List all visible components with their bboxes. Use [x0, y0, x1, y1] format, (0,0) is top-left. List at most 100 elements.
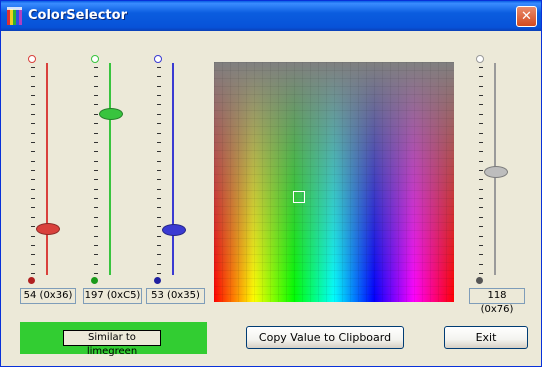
slider-tick — [157, 189, 161, 190]
color-palette[interactable] — [214, 62, 454, 302]
slider-tick — [94, 226, 98, 227]
slider-tick — [94, 104, 98, 105]
slider-tick — [31, 161, 35, 162]
slider-tick — [479, 273, 483, 274]
slider-tick — [94, 273, 98, 274]
slider-tick — [157, 273, 161, 274]
gray-min-dot-icon — [476, 277, 483, 284]
gray-slider[interactable] — [469, 55, 509, 295]
slider-tick — [479, 114, 483, 115]
slider-tick — [479, 123, 483, 124]
slider-tick — [31, 254, 35, 255]
slider-tick — [94, 76, 98, 77]
green-slider-ticks — [94, 67, 98, 274]
slider-tick — [157, 142, 161, 143]
red-slider-thumb[interactable] — [36, 223, 60, 235]
slider-tick — [479, 198, 483, 199]
title-bar[interactable]: ColorSelector ✕ — [1, 1, 541, 31]
slider-tick — [157, 161, 161, 162]
slider-tick — [31, 67, 35, 68]
slider-tick — [479, 161, 483, 162]
slider-tick — [479, 236, 483, 237]
copy-to-clipboard-button[interactable]: Copy Value to Clipboard — [246, 326, 404, 349]
gray-slider-ticks — [479, 67, 483, 274]
slider-tick — [157, 67, 161, 68]
green-slider-track — [109, 63, 111, 275]
green-slider-thumb[interactable] — [99, 108, 123, 120]
green-min-dot-icon — [91, 277, 98, 284]
red-max-dot-icon — [28, 55, 36, 63]
gray-slider-thumb[interactable] — [484, 166, 508, 178]
slider-tick — [479, 95, 483, 96]
slider-tick — [479, 67, 483, 68]
slider-tick — [157, 254, 161, 255]
slider-tick — [94, 245, 98, 246]
slider-tick — [31, 170, 35, 171]
slider-tick — [94, 264, 98, 265]
slider-tick — [94, 151, 98, 152]
slider-tick — [31, 104, 35, 105]
slider-tick — [479, 142, 483, 143]
slider-tick — [94, 114, 98, 115]
slider-tick — [479, 76, 483, 77]
slider-tick — [157, 217, 161, 218]
slider-tick — [479, 133, 483, 134]
blue-slider[interactable] — [147, 55, 187, 295]
slider-tick — [31, 179, 35, 180]
slider-tick — [157, 86, 161, 87]
slider-tick — [479, 245, 483, 246]
close-button[interactable]: ✕ — [516, 6, 537, 27]
slider-tick — [94, 254, 98, 255]
slider-tick — [479, 170, 483, 171]
red-slider-track — [46, 63, 48, 275]
slider-tick — [94, 217, 98, 218]
slider-tick — [157, 236, 161, 237]
slider-tick — [157, 104, 161, 105]
slider-tick — [94, 207, 98, 208]
red-slider-ticks — [31, 67, 35, 274]
slider-tick — [94, 123, 98, 124]
red-slider[interactable] — [21, 55, 61, 295]
slider-tick — [479, 207, 483, 208]
close-icon: ✕ — [521, 9, 532, 24]
slider-tick — [31, 264, 35, 265]
slider-tick — [31, 86, 35, 87]
slider-tick — [479, 189, 483, 190]
slider-tick — [31, 133, 35, 134]
blue-min-dot-icon — [154, 277, 161, 284]
slider-tick — [157, 179, 161, 180]
slider-tick — [479, 179, 483, 180]
color-swatch: Similar to limegreen — [20, 322, 207, 357]
slider-tick — [94, 198, 98, 199]
green-slider[interactable] — [84, 55, 124, 295]
slider-tick — [157, 114, 161, 115]
slider-tick — [94, 67, 98, 68]
slider-tick — [157, 170, 161, 171]
green-value-box: 197 (0xC5) — [83, 288, 142, 304]
slider-tick — [94, 236, 98, 237]
slider-tick — [157, 76, 161, 77]
slider-tick — [479, 151, 483, 152]
window-title: ColorSelector — [28, 8, 127, 23]
slider-tick — [157, 123, 161, 124]
slider-tick — [31, 95, 35, 96]
exit-button[interactable]: Exit — [444, 326, 528, 349]
slider-tick — [94, 142, 98, 143]
palette-selection-marker[interactable] — [293, 191, 305, 203]
slider-tick — [31, 142, 35, 143]
slider-tick — [157, 264, 161, 265]
slider-tick — [479, 86, 483, 87]
slider-tick — [31, 151, 35, 152]
slider-tick — [157, 245, 161, 246]
slider-tick — [479, 217, 483, 218]
slider-tick — [31, 198, 35, 199]
color-selector-window: ColorSelector ✕ 54 (0x36) 197 (0xC5) 53 … — [0, 0, 542, 367]
slider-tick — [31, 207, 35, 208]
blue-value-box: 53 (0x35) — [146, 288, 205, 304]
blue-slider-ticks — [157, 67, 161, 274]
blue-slider-thumb[interactable] — [162, 224, 186, 236]
slider-tick — [31, 76, 35, 77]
slider-tick — [31, 226, 35, 227]
app-icon — [7, 7, 22, 25]
slider-tick — [94, 86, 98, 87]
